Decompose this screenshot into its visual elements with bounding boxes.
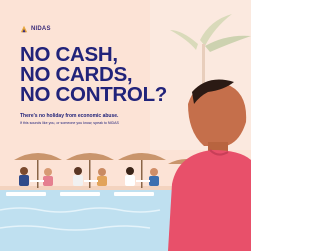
brand-logo: NIDAS: [20, 25, 51, 33]
sun-loungers: [6, 192, 154, 196]
brand-name: NIDAS: [31, 26, 51, 32]
headline-line-2: NO CARDS,: [20, 63, 133, 86]
subheadline: There's no holiday from economic abuse.: [20, 113, 119, 119]
body-copy: If this sounds like you, or someone you …: [20, 121, 119, 125]
headline-line-1: NO CASH,: [20, 43, 118, 66]
nidas-logo-icon: [20, 25, 28, 33]
campaign-poster: NIDAS NO CASH, NO CARDS, NO CONTROL? The…: [0, 0, 251, 251]
headline-line-3: NO CONTROL?: [20, 83, 168, 106]
headline: NO CASH, NO CARDS, NO CONTROL?: [20, 43, 210, 106]
